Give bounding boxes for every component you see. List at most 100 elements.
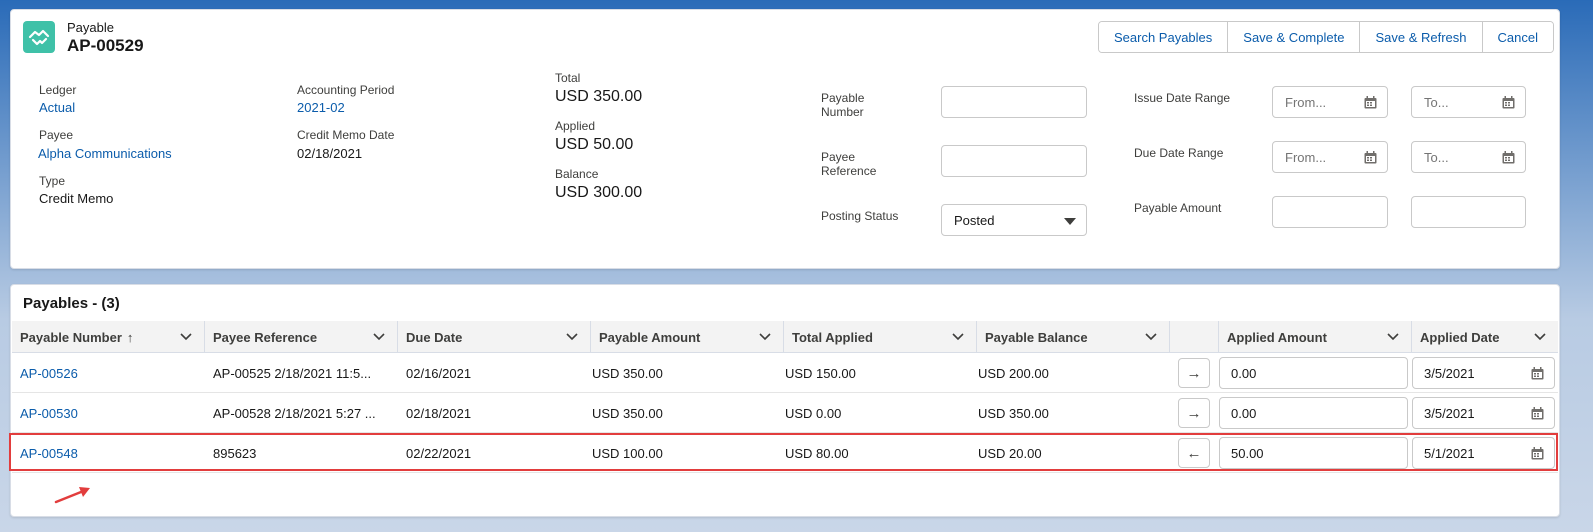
payable-amount-cell: USD 350.00: [592, 365, 663, 381]
col-applied-amount[interactable]: Applied Amount: [1219, 321, 1412, 353]
arrow-right-icon: →: [1186, 404, 1202, 422]
chevron-down-icon[interactable]: [1534, 332, 1546, 342]
payee-reference-input[interactable]: [941, 145, 1087, 177]
calendar-icon[interactable]: [1502, 151, 1515, 164]
payee-label: Payee: [39, 128, 74, 142]
total-applied-cell: USD 80.00: [785, 445, 849, 461]
payee-reference-cell: AP-00525 2/18/2021 11:5...: [213, 365, 372, 381]
credit-memo-date-label: Credit Memo Date: [297, 128, 395, 142]
payee-reference-label-line1: Payee: [821, 150, 856, 164]
total-label: Total: [555, 71, 581, 85]
calendar-icon[interactable]: [1364, 96, 1377, 109]
table-row: AP-00526 AP-00525 2/18/2021 11:5... 02/1…: [12, 353, 1558, 393]
dropdown-arrow-icon: [1064, 218, 1076, 225]
applied-date-value: 3/5/2021: [1424, 365, 1475, 381]
posting-status-select[interactable]: Posted: [941, 204, 1087, 236]
applied-date-input[interactable]: 3/5/2021: [1412, 397, 1555, 429]
type-value: Credit Memo: [39, 191, 114, 206]
applied-amount-value: 0.00: [1231, 405, 1257, 421]
due-date-to-input[interactable]: To...: [1411, 141, 1526, 173]
calendar-icon[interactable]: [1364, 151, 1377, 164]
accounting-period-link[interactable]: 2021-02: [297, 100, 345, 115]
save-refresh-button[interactable]: Save & Refresh: [1359, 22, 1482, 52]
chevron-down-icon[interactable]: [180, 332, 192, 342]
balance-label: Balance: [555, 167, 599, 181]
payable-amount-cell: USD 350.00: [592, 405, 663, 421]
chevron-down-icon[interactable]: [952, 332, 964, 342]
payable-number-label-line1: Payable: [821, 91, 865, 105]
col-payable-number[interactable]: Payable Number ↑: [12, 321, 205, 353]
payable-amount-to-input[interactable]: [1411, 196, 1526, 228]
payee-reference-label: Payee Reference: [821, 150, 876, 178]
due-date-range-label: Due Date Range: [1134, 146, 1224, 160]
object-type-label: Payable: [67, 20, 114, 35]
ledger-label: Ledger: [39, 83, 77, 97]
payable-number-link[interactable]: AP-00526: [12, 353, 205, 393]
calendar-icon[interactable]: [1531, 447, 1544, 460]
col-payable-balance-label: Payable Balance: [985, 329, 1088, 345]
payable-amount-from-input[interactable]: [1272, 196, 1388, 228]
due-date-to-placeholder: To...: [1424, 149, 1449, 165]
due-date-cell: 02/16/2021: [406, 365, 472, 381]
applied-amount-value: 0.00: [1231, 365, 1257, 381]
chevron-down-icon[interactable]: [759, 332, 771, 342]
search-payables-button[interactable]: Search Payables: [1099, 22, 1228, 52]
sort-ascending-icon: ↑: [126, 329, 134, 345]
applied-value: USD 50.00: [555, 136, 634, 153]
applied-date-value: 3/5/2021: [1424, 405, 1475, 421]
col-payable-balance[interactable]: Payable Balance: [977, 321, 1170, 353]
col-total-applied[interactable]: Total Applied: [784, 321, 977, 353]
due-date-from-input[interactable]: From...: [1272, 141, 1388, 173]
payable-number-link[interactable]: AP-00530: [12, 393, 205, 433]
posting-status-value: Posted: [954, 212, 995, 228]
apply-arrow-button[interactable]: →: [1178, 358, 1210, 388]
col-payee-reference[interactable]: Payee Reference: [205, 321, 398, 353]
payable-app-icon: [23, 21, 55, 53]
applied-date-value: 5/1/2021: [1424, 445, 1475, 461]
annotation-arrow-icon: [54, 487, 90, 504]
col-payable-amount-label: Payable Amount: [599, 329, 701, 345]
payee-link[interactable]: Alpha Communications: [38, 146, 172, 161]
applied-amount-value: 50.00: [1231, 445, 1264, 461]
calendar-icon[interactable]: [1531, 407, 1544, 420]
col-due-date[interactable]: Due Date: [398, 321, 591, 353]
record-name: AP-00529: [67, 36, 144, 55]
ledger-link[interactable]: Actual: [39, 100, 75, 115]
chevron-down-icon[interactable]: [1387, 332, 1399, 342]
col-applied-date[interactable]: Applied Date: [1412, 321, 1558, 353]
col-action: [1170, 321, 1219, 353]
posting-status-label: Posting Status: [821, 209, 899, 223]
applied-amount-input[interactable]: 50.00: [1219, 437, 1408, 469]
applied-date-input[interactable]: 5/1/2021: [1412, 437, 1555, 469]
applied-date-input[interactable]: 3/5/2021: [1412, 357, 1555, 389]
cancel-button[interactable]: Cancel: [1481, 22, 1553, 52]
payable-number-input[interactable]: [941, 86, 1087, 118]
table-row: AP-00548 895623 02/22/2021 USD 100.00 US…: [12, 433, 1558, 473]
issue-date-to-input[interactable]: To...: [1411, 86, 1526, 118]
save-complete-button[interactable]: Save & Complete: [1227, 22, 1360, 52]
payable-balance-cell: USD 20.00: [978, 445, 1042, 461]
payables-table-title: Payables - (3): [23, 295, 120, 312]
payable-header-card: Payable AP-00529 Search Payables Save & …: [10, 9, 1560, 269]
issue-date-from-input[interactable]: From...: [1272, 86, 1388, 118]
payable-number-link[interactable]: AP-00548: [12, 433, 205, 473]
chevron-down-icon[interactable]: [566, 332, 578, 342]
col-payable-number-label: Payable Number: [20, 329, 122, 345]
applied-amount-input[interactable]: 0.00: [1219, 397, 1408, 429]
calendar-icon[interactable]: [1502, 96, 1515, 109]
payee-reference-label-line2: Reference: [821, 164, 877, 178]
payable-balance-cell: USD 350.00: [978, 405, 1049, 421]
total-value: USD 350.00: [555, 88, 643, 105]
issue-date-range-label: Issue Date Range: [1134, 91, 1231, 105]
col-payee-reference-label: Payee Reference: [213, 329, 318, 345]
applied-amount-input[interactable]: 0.00: [1219, 357, 1408, 389]
chevron-down-icon[interactable]: [1145, 332, 1157, 342]
col-total-applied-label: Total Applied: [792, 329, 873, 345]
apply-arrow-button[interactable]: →: [1178, 398, 1210, 428]
unapply-arrow-button[interactable]: ←: [1178, 438, 1210, 468]
chevron-down-icon[interactable]: [373, 332, 385, 342]
col-payable-amount[interactable]: Payable Amount: [591, 321, 784, 353]
payable-amount-label: Payable Amount: [1134, 201, 1222, 215]
type-label: Type: [39, 174, 66, 188]
calendar-icon[interactable]: [1531, 367, 1544, 380]
